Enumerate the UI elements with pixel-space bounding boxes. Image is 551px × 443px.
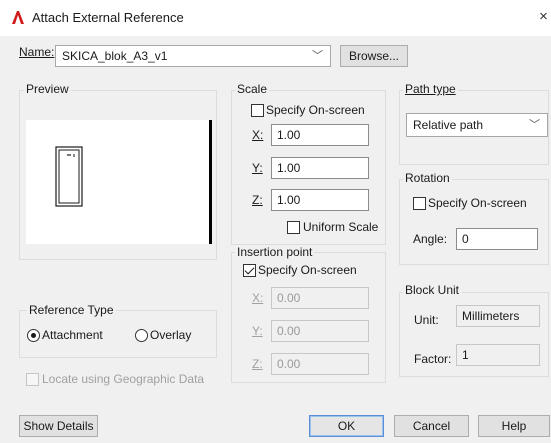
insertion-z-label: Z: [252,357,263,371]
factor-label: Factor: [414,352,452,366]
close-icon[interactable]: × [536,8,551,26]
rotation-group [399,179,549,265]
unit-value: Millimeters [456,305,540,327]
chevron-down-icon: ﹀ [312,50,323,62]
browse-label: Browse... [348,49,399,63]
path-type-title: Path type [403,82,458,96]
insertion-x-input[interactable]: 0.00 [271,287,369,309]
insertion-x-label: X: [252,291,264,305]
name-value: SKICA_blok_A3_v1 [62,49,168,63]
path-type-combobox[interactable]: Relative path ﹀ [406,113,548,137]
scale-specify-label: Specify On-screen [266,103,365,117]
angle-input[interactable]: 0 [456,228,538,250]
scale-z-label: Z: [252,193,263,207]
attachment-label[interactable]: Attachment [42,328,103,342]
sheet-thumbnail-icon [55,120,212,244]
name-label-text: Name: [19,45,55,59]
ok-label: OK [337,419,356,433]
show-details-button[interactable]: Show Details [19,415,98,437]
insertion-specify-label: Specify On-screen [258,263,357,277]
scale-title: Scale [235,82,270,96]
window-title: Attach External Reference [32,10,184,25]
insertion-specify-checkbox[interactable] [243,264,256,277]
unit-label: Unit: [414,313,439,327]
scale-specify-checkbox[interactable] [251,104,264,117]
scale-y-label: Y: [252,161,263,175]
path-type-title-text: Path type [405,82,456,96]
rotation-specify-checkbox[interactable] [413,197,426,210]
help-button[interactable]: Help [478,415,550,437]
show-details-label: Show Details [23,419,94,433]
ok-button[interactable]: OK [309,415,384,437]
uniform-scale-checkbox[interactable] [287,221,300,234]
browse-button[interactable]: Browse... [340,45,408,67]
preview-title: Preview [24,82,71,96]
factor-value: 1 [456,344,540,366]
scale-z-input[interactable]: 1.00 [271,189,369,211]
attachment-label-text: Attachment [42,328,103,342]
title-bar: Attach External Reference × [0,0,551,36]
scale-y-input[interactable]: 1.00 [271,157,369,179]
autocad-logo-icon [11,10,25,25]
cancel-label: Cancel [412,419,451,433]
scale-x-input[interactable]: 1.00 [271,124,369,146]
reference-type-title: Reference Type [27,303,116,317]
scale-x-label: X: [252,128,264,142]
name-combobox[interactable]: SKICA_blok_A3_v1 ﹀ [55,45,331,67]
block-unit-title: Block Unit [403,283,462,297]
locate-geographic-label: Locate using Geographic Data [42,372,205,386]
chevron-down-icon: ﹀ [529,119,540,131]
locate-geographic-checkbox[interactable] [26,373,39,386]
preview-image [26,120,212,244]
rotation-title: Rotation [403,171,452,185]
help-label: Help [501,419,527,433]
overlay-label[interactable]: Overlay [150,328,191,342]
angle-label: Angle: [413,232,448,246]
insertion-y-label: Y: [252,324,263,338]
overlay-label-text: Overlay [150,328,192,342]
name-label: Name: [19,45,54,59]
cancel-button[interactable]: Cancel [394,415,469,437]
insertion-y-input[interactable]: 0.00 [271,320,369,342]
rotation-specify-label: Specify On-screen [428,196,527,210]
path-type-value: Relative path [413,118,484,132]
uniform-scale-label: Uniform Scale [303,220,379,234]
attachment-radio[interactable] [27,329,40,342]
insertion-point-title: Insertion point [235,245,315,259]
overlay-radio[interactable] [135,329,148,342]
insertion-z-input[interactable]: 0.00 [271,353,369,375]
